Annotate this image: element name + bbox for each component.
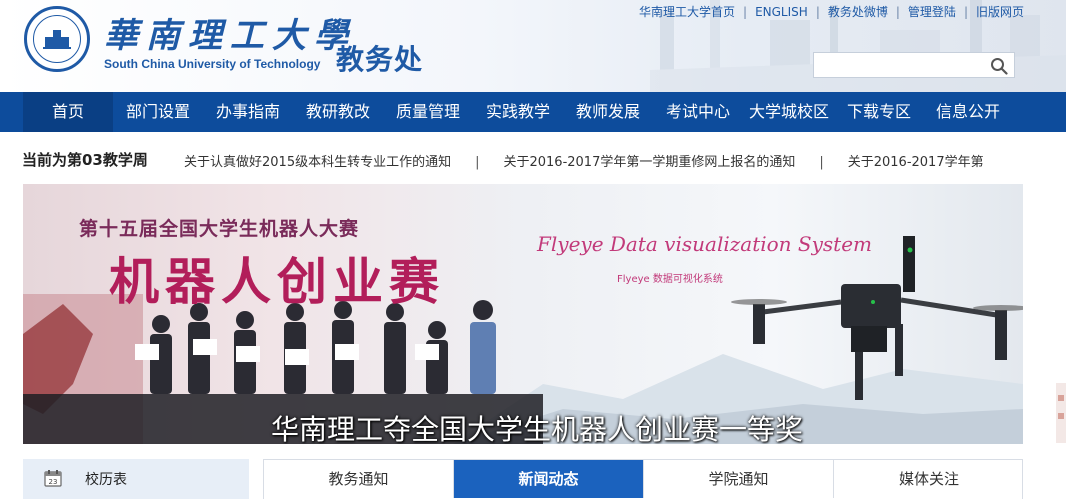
- notice-bar: 当前为第03教学周 关于认真做好2015级本科生转专业工作的通知 | 关于2016-…: [22, 132, 1022, 184]
- top-link-old-version[interactable]: 旧版网页: [976, 5, 1024, 19]
- university-name-cn: 華南理工大學: [104, 16, 356, 56]
- search-icon[interactable]: [990, 57, 1008, 75]
- notice-item[interactable]: 关于2016-2017学年第一学期重修网上报名的通知: [503, 155, 795, 170]
- nav-item-quality[interactable]: 质量管理: [383, 92, 473, 132]
- tab-college-notices[interactable]: 学院通知: [644, 460, 834, 498]
- side-float-decoration: [1056, 383, 1066, 443]
- top-link-separator: |: [815, 5, 820, 19]
- nav-item-practice[interactable]: 实践教学: [473, 92, 563, 132]
- notice-item[interactable]: 关于认真做好2015级本科生转专业工作的通知: [184, 155, 451, 170]
- banner-contest-title: 第十五届全国大学生机器人大赛: [79, 218, 360, 240]
- site-title: 教务处: [336, 43, 424, 76]
- top-link-english[interactable]: ENGLISH: [755, 5, 808, 19]
- nav-item-guide[interactable]: 办事指南: [203, 92, 293, 132]
- top-link-separator: |: [895, 5, 900, 19]
- nav-item-teacher-dev[interactable]: 教师发展: [563, 92, 653, 132]
- nav-item-home[interactable]: 首页: [23, 92, 113, 132]
- top-link-weibo[interactable]: 教务处微博: [828, 5, 888, 19]
- search-box: [813, 52, 1015, 78]
- school-calendar-link[interactable]: 23 校历表: [23, 459, 249, 499]
- banner-flyeye-title: Flyeye Data visualization System: [537, 232, 873, 256]
- main-nav: 首页 部门设置 办事指南 教研教改 质量管理 实践教学 教师发展 考试中心 大学…: [0, 92, 1066, 132]
- top-link-home[interactable]: 华南理工大学首页: [639, 5, 735, 19]
- hero-banner[interactable]: 第十五届全国大学生机器人大赛 机器人创业赛 Flyeye Data visual…: [23, 184, 1023, 444]
- nav-item-public-info[interactable]: 信息公开: [923, 92, 1013, 132]
- university-name-en: South China University of Technology: [104, 57, 321, 71]
- top-link-admin-login[interactable]: 管理登陆: [908, 5, 956, 19]
- seal-building-icon: [43, 30, 71, 49]
- university-seal-logo[interactable]: [24, 6, 90, 72]
- notice-separator: |: [475, 155, 480, 170]
- header: 華南理工大學 South China University of Technol…: [0, 0, 1066, 92]
- notice-item[interactable]: 关于2016-2017学年第: [848, 155, 984, 170]
- tab-news[interactable]: 新闻动态: [454, 460, 644, 498]
- notice-separator: |: [819, 155, 824, 170]
- banner-flyeye-subtitle: Flyeye 数据可视化系统: [617, 274, 723, 285]
- current-week: 当前为第03教学周: [22, 151, 148, 169]
- tab-academic-notices[interactable]: 教务通知: [264, 460, 454, 498]
- nav-item-departments[interactable]: 部门设置: [113, 92, 203, 132]
- news-tabs: 教务通知 新闻动态 学院通知 媒体关注: [263, 459, 1023, 499]
- top-link-separator: |: [743, 5, 748, 19]
- tab-media-coverage[interactable]: 媒体关注: [834, 460, 1024, 498]
- nav-item-downloads[interactable]: 下载专区: [835, 92, 923, 132]
- banner-caption[interactable]: 华南理工夺全国大学生机器人创业赛一等奖: [271, 408, 803, 444]
- calendar-icon: 23: [44, 470, 62, 487]
- search-input[interactable]: [814, 53, 986, 77]
- nav-item-university-town[interactable]: 大学城校区: [743, 92, 835, 132]
- nav-item-teaching-research[interactable]: 教研教改: [293, 92, 383, 132]
- nav-item-exam-center[interactable]: 考试中心: [653, 92, 743, 132]
- calendar-label: 校历表: [85, 472, 127, 488]
- top-links: 华南理工大学首页 | ENGLISH | 教务处微博 | 管理登陆 | 旧版网页: [639, 3, 1024, 20]
- svg-text:23: 23: [49, 478, 58, 486]
- banner-big-text: 机器人创业赛: [109, 253, 445, 311]
- top-link-separator: |: [963, 5, 968, 19]
- notice-ticker: 关于认真做好2015级本科生转专业工作的通知 | 关于2016-2017学年第一学期…: [184, 151, 984, 170]
